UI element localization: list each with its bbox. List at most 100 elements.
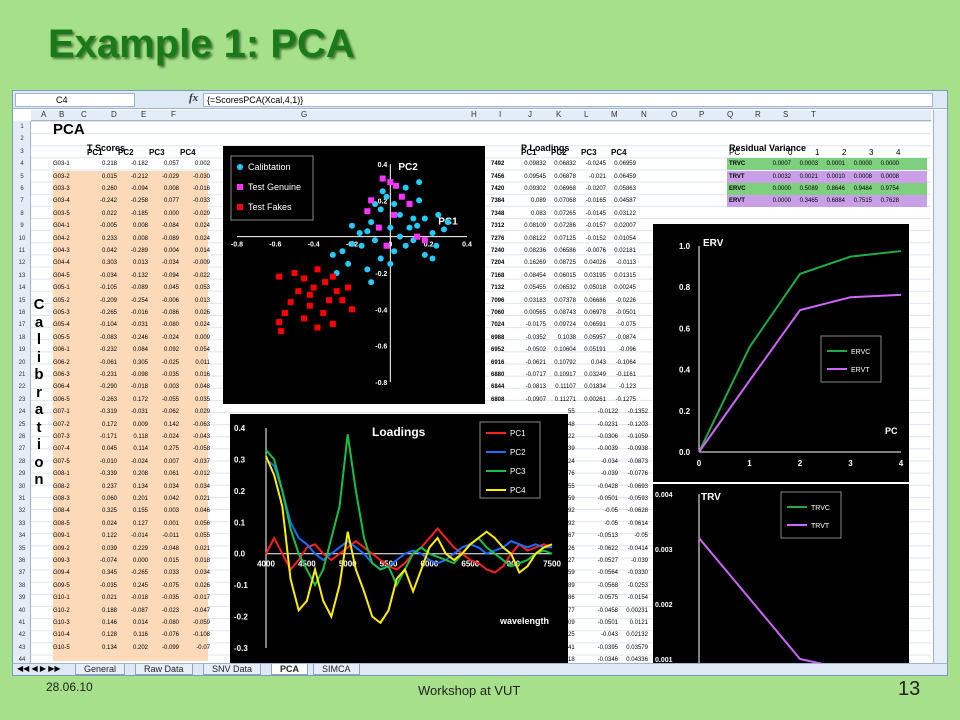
column-header[interactable]: O — [671, 110, 677, 119]
row-header[interactable]: 1 — [13, 124, 31, 130]
row-header[interactable]: 34 — [13, 533, 31, 539]
row-header[interactable]: 9 — [13, 223, 31, 229]
ploading-value: -0.0501 — [597, 620, 618, 626]
ploading-value: 0.05455 — [524, 285, 546, 292]
row-header[interactable]: 14 — [13, 285, 31, 291]
row-header[interactable]: 19 — [13, 347, 31, 353]
row-header[interactable]: 27 — [13, 446, 31, 452]
column-header[interactable]: B — [59, 110, 64, 119]
chart-title: Loadings — [372, 425, 426, 439]
residual-value: 0.0008 — [853, 173, 872, 180]
fx-icon[interactable]: fx — [189, 92, 198, 104]
column-header[interactable]: P — [699, 110, 704, 119]
legend-marker — [237, 204, 243, 210]
sample-id: G08-5 — [53, 520, 70, 527]
tscore-value: 0.053 — [194, 285, 210, 292]
row-header[interactable]: 25 — [13, 422, 31, 428]
column-header[interactable]: S — [783, 110, 788, 119]
tscore-value: -0.024 — [161, 334, 179, 341]
ploadings-col-header: PC4 — [611, 147, 627, 157]
scores-plot: -0.8-0.6-0.4-0.200.20.40.40.2-0.2-0.4-0.… — [223, 146, 485, 404]
column-header[interactable]: H — [471, 110, 477, 119]
row-header[interactable]: 6 — [13, 186, 31, 192]
scatter-point — [387, 179, 394, 186]
sheet-tab[interactable]: SNV Data — [203, 664, 262, 675]
row-header[interactable]: 39 — [13, 595, 31, 601]
column-header[interactable]: G — [301, 110, 307, 119]
column-header[interactable]: J — [528, 110, 532, 119]
row-header[interactable]: 12 — [13, 260, 31, 266]
row-header[interactable]: 15 — [13, 298, 31, 304]
column-header[interactable]: T — [811, 110, 816, 119]
sheet-tab[interactable]: SIMCA — [313, 664, 360, 675]
residual-value: 0.8646 — [826, 186, 845, 192]
column-header[interactable]: R — [755, 110, 761, 119]
row-header[interactable]: 24 — [13, 409, 31, 415]
tscore-value: 0.026 — [194, 582, 210, 589]
row-header[interactable]: 23 — [13, 397, 31, 403]
column-header[interactable]: E — [141, 110, 146, 119]
scatter-point — [329, 273, 336, 280]
row-header[interactable]: 16 — [13, 310, 31, 316]
row-header[interactable]: 3 — [13, 149, 31, 155]
column-header[interactable]: K — [556, 110, 561, 119]
column-header[interactable]: L — [584, 110, 588, 119]
slide-title: Example 1: PCA — [48, 22, 355, 66]
row-header[interactable]: 43 — [13, 645, 31, 651]
row-header[interactable]: 4 — [13, 161, 31, 167]
column-header[interactable]: D — [111, 110, 117, 119]
row-header[interactable]: 13 — [13, 273, 31, 279]
row-header[interactable]: 17 — [13, 322, 31, 328]
wavelength-value: 6880 — [491, 372, 505, 378]
row-header[interactable]: 36 — [13, 558, 31, 564]
row-header[interactable]: 41 — [13, 620, 31, 626]
sample-id: G08-4 — [53, 508, 70, 515]
row-header[interactable]: 31 — [13, 496, 31, 502]
column-header[interactable]: M — [611, 110, 618, 119]
column-header[interactable]: A — [41, 110, 46, 119]
row-header[interactable]: 18 — [13, 335, 31, 341]
row-header[interactable]: 32 — [13, 508, 31, 514]
row-header[interactable]: 21 — [13, 372, 31, 378]
row-header[interactable]: 10 — [13, 236, 31, 242]
row-header[interactable]: 5 — [13, 174, 31, 180]
row-header[interactable]: 26 — [13, 434, 31, 440]
ploading-value: -0.1059 — [627, 434, 648, 440]
column-header[interactable]: I — [499, 110, 501, 119]
row-header[interactable]: 28 — [13, 459, 31, 465]
row-header[interactable]: 35 — [13, 546, 31, 552]
row-header[interactable]: 38 — [13, 583, 31, 589]
row-header[interactable]: 40 — [13, 608, 31, 614]
ploading-value: -0.0564 — [597, 570, 618, 577]
row-header[interactable]: 42 — [13, 632, 31, 638]
tscore-value: -0.246 — [130, 334, 148, 341]
row-header[interactable]: 20 — [13, 360, 31, 366]
row-header[interactable]: 11 — [13, 248, 31, 254]
column-header[interactable]: F — [171, 110, 176, 119]
row-header[interactable]: 37 — [13, 570, 31, 576]
ploading-value: 0.06959 — [614, 161, 636, 168]
row-header[interactable]: 8 — [13, 211, 31, 217]
column-header[interactable]: Q — [727, 110, 733, 119]
tscore-value: -0.231 — [99, 372, 117, 378]
column-header[interactable]: C — [81, 110, 87, 119]
row-header[interactable]: 7 — [13, 198, 31, 204]
row-header[interactable]: 30 — [13, 484, 31, 490]
ploading-value: 0.0121 — [629, 620, 648, 626]
vertical-scrollbar[interactable] — [933, 110, 947, 667]
formula-input[interactable]: {=ScoresPCA(Xcal,4,1)} — [203, 93, 933, 107]
scatter-point — [339, 248, 346, 255]
tscore-value: -0.030 — [192, 173, 210, 180]
residual-col-header: 1 — [815, 147, 820, 157]
row-header[interactable]: 29 — [13, 471, 31, 477]
row-header[interactable]: 33 — [13, 521, 31, 527]
column-header[interactable]: N — [641, 110, 647, 119]
tab-nav-icon[interactable]: ◀◀ ◀ ▶ ▶▶ — [17, 664, 61, 673]
sheet-tab[interactable]: PCA — [271, 664, 309, 675]
sheet-tab[interactable]: Raw Data — [135, 664, 193, 675]
name-box[interactable]: C4 — [15, 93, 135, 107]
sheet-tab[interactable]: General — [75, 664, 126, 675]
row-header[interactable]: 2 — [13, 136, 31, 142]
ploading-value: 0.11271 — [554, 396, 576, 403]
row-header[interactable]: 22 — [13, 384, 31, 390]
